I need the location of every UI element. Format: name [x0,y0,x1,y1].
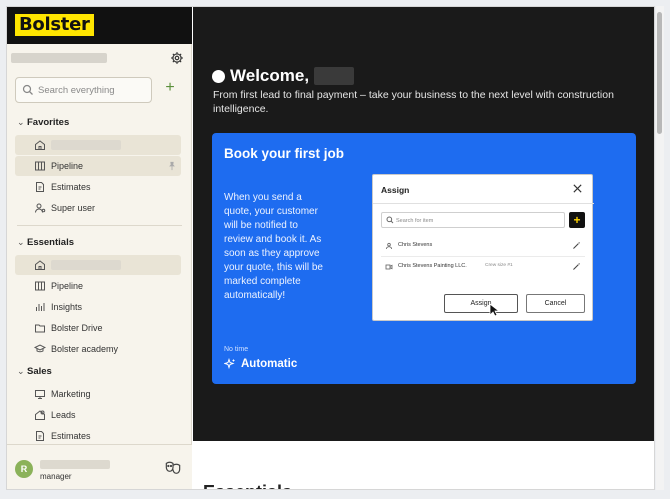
dialog-search-input[interactable] [396,215,556,226]
person-icon [385,242,393,250]
user-role: manager [40,472,72,481]
chevron-down-icon: ⌄ [17,117,25,127]
dialog-title: Assign [381,185,410,195]
welcome-hero: Welcome, From first lead to final paymen… [193,7,654,441]
add-icon[interactable]: + [162,80,178,96]
search-input[interactable] [38,81,148,99]
sidebar-item-home-favorite[interactable] [15,135,181,155]
sidebar-search [15,77,152,103]
onboarding-card[interactable]: Book your first job When you send a quot… [212,133,636,384]
sidebar-item-bolster-drive[interactable]: Bolster Drive [15,318,181,338]
dialog-divider [373,203,594,204]
sidebar-item-super-user[interactable]: Super user [15,198,181,218]
crew-icon [385,264,393,270]
folder-icon [35,324,45,333]
pencil-icon[interactable] [572,262,581,271]
main-content: Welcome, From first lead to final paymen… [193,7,654,489]
home-icon [35,140,45,150]
assignee-name: Chris Stevens Painting LLC. [398,263,467,269]
organization-name-redacted[interactable] [11,53,107,63]
sidebar-item-pipeline-favorite[interactable]: Pipeline [15,156,181,176]
assignee-row[interactable]: Chris Stevens Painting LLC. Crew size #1 [381,258,585,276]
close-icon[interactable] [572,183,583,194]
marketing-icon [35,390,45,399]
assign-dialog-preview: Assign + Chris Stevens [372,174,594,321]
card-title: Book your first job [224,146,345,161]
organization-row [7,44,192,72]
estimates-icon [36,431,44,441]
home-label-redacted [51,140,121,150]
logo-bar: Bolster [7,7,192,44]
essentials-heading: Essentials [203,482,292,489]
sidebar-item-bolster-academy[interactable]: Bolster academy [15,339,181,359]
pencil-icon[interactable] [572,241,581,250]
sidebar-item-label: Estimates [51,431,91,441]
pipeline-icon [35,281,45,291]
welcome-text: Welcome, [230,66,310,85]
bar-chart-icon [36,303,45,311]
sidebar-item-insights[interactable]: Insights [15,297,181,317]
search-icon [386,216,394,224]
home-icon [35,260,45,270]
pin-icon[interactable] [167,160,177,172]
welcome-name-redacted [314,67,355,85]
mouse-cursor-icon [489,303,499,317]
assignee-crew-size: Crew size #1 [485,263,513,268]
sidebar-item-label: Insights [51,302,83,312]
cancel-button[interactable]: Cancel [526,294,585,313]
section-favorites[interactable]: ⌄ Favorites [17,117,69,128]
row-divider [381,256,585,257]
dialog-search [381,212,565,228]
sidebar-item-label: Bolster academy [51,344,119,354]
bolster-logo[interactable]: Bolster [15,14,94,36]
sparkle-icon [224,358,235,370]
user-dot-icon [212,69,225,83]
user-name-redacted [40,460,110,469]
assign-button[interactable]: Assign [444,294,518,313]
gear-icon[interactable] [170,51,184,65]
sidebar-item-estimates-favorite[interactable]: Estimates [15,177,181,197]
sidebar-item-label: Bolster Drive [51,323,103,333]
user-footer[interactable]: R manager [7,444,192,489]
chevron-down-icon: ⌄ [17,237,25,247]
dialog-add-button[interactable]: + [569,212,585,228]
scrollbar-thumb[interactable] [657,12,662,134]
card-tag-label: Automatic [241,358,298,370]
page-scrollbar[interactable] [656,6,664,490]
sidebar-item-pipeline[interactable]: Pipeline [15,276,181,296]
pipeline-icon [35,161,45,171]
leads-icon [35,410,45,420]
assignee-name: Chris Stevens [398,242,433,248]
divider [17,225,182,226]
card-meta: No time [224,346,249,353]
assignee-row[interactable]: Chris Stevens [381,237,585,255]
sidebar-item-label: Marketing [51,389,91,399]
sidebar-item-label: Pipeline [51,281,84,291]
sidebar-item-label: Pipeline [51,161,84,171]
sidebar-item-label: Estimates [51,182,91,192]
avatar[interactable]: R [15,460,33,478]
graduation-cap-icon [34,344,46,353]
welcome-heading: Welcome, [212,66,355,86]
sidebar-item-marketing[interactable]: Marketing [15,384,181,404]
user-icon [35,203,46,213]
app-window: Bolster + ⌄Favorites Pipeline [6,6,655,490]
sidebar-item-estimates[interactable]: Estimates [15,426,181,446]
card-body: When you send a quote, your customer wil… [224,192,323,301]
section-sales[interactable]: ⌄ Sales [17,366,52,377]
section-essentials[interactable]: ⌄ Essentials [17,237,74,248]
chevron-down-icon: ⌄ [17,366,25,376]
search-icon [22,84,33,95]
sidebar-item-home[interactable] [15,255,181,275]
sidebar-item-label: Leads [51,410,76,420]
welcome-subtitle: From first lead to final payment – take … [213,89,614,115]
estimates-icon [36,182,44,192]
sidebar-item-label: Super user [51,203,96,213]
sidebar: Bolster + ⌄Favorites Pipeline [7,7,192,489]
home-label-redacted [51,260,121,270]
masks-icon[interactable] [165,460,181,476]
card-tag: Automatic [224,357,297,371]
sidebar-item-leads[interactable]: Leads [15,405,181,425]
